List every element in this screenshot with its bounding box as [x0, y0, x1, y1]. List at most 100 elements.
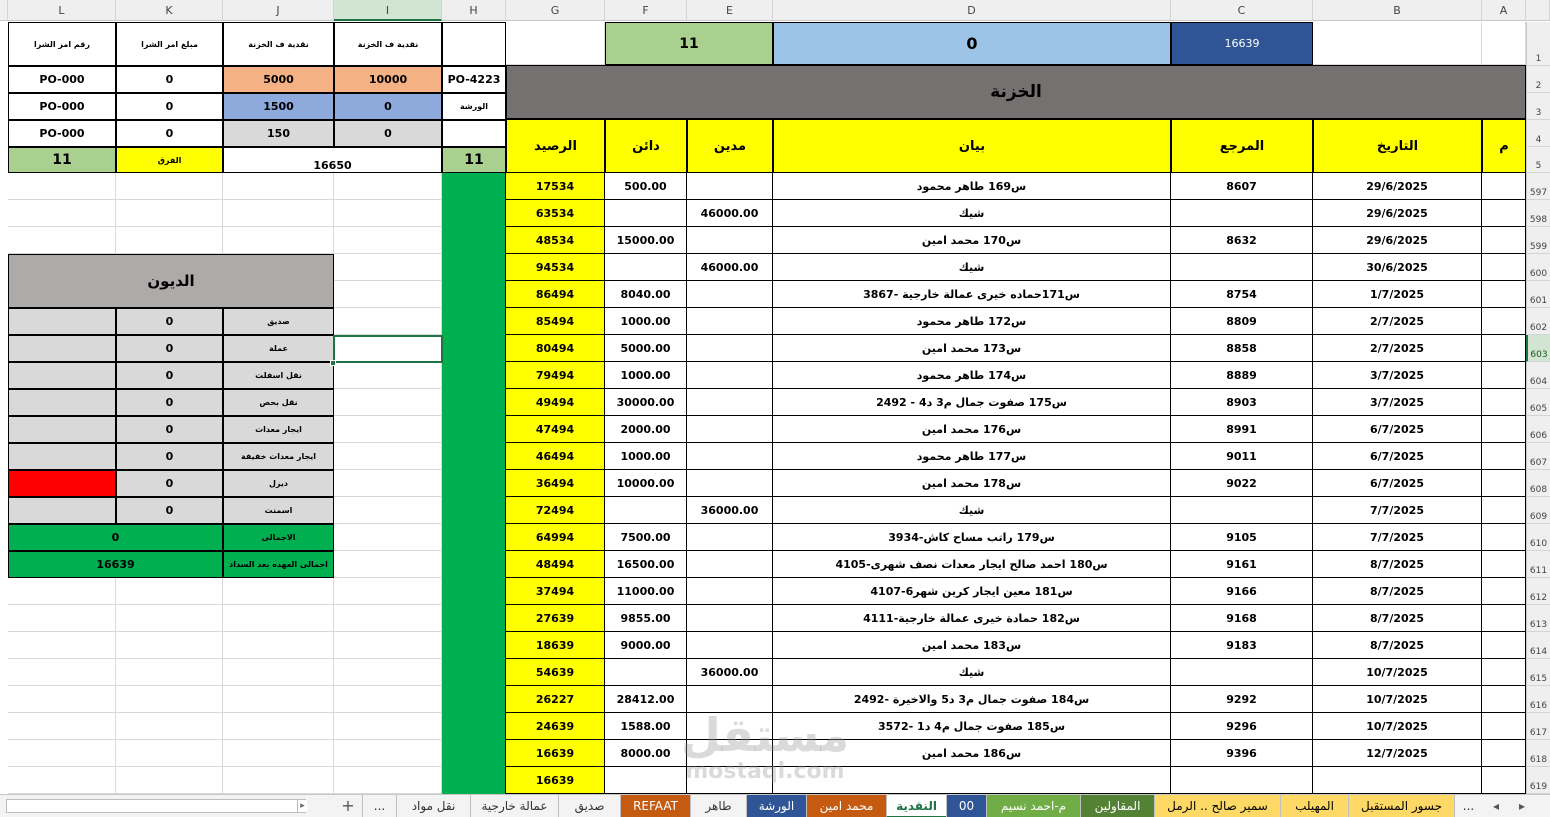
empty-cell[interactable]	[223, 767, 334, 794]
ledger-ref-cell[interactable]: 9292	[1171, 686, 1313, 713]
ledger-m-cell[interactable]	[1482, 497, 1526, 524]
cell-H4[interactable]	[442, 120, 506, 147]
empty-cell[interactable]	[223, 200, 334, 227]
ledger-desc-cell[interactable]: س185 صفوت جمال م4 د1 -3572	[773, 713, 1171, 740]
ledger-desc-cell[interactable]: س179 راتب مساح كاش-3934	[773, 524, 1171, 551]
ledger-balance-cell[interactable]: 85494	[506, 308, 605, 335]
sheet-tab[interactable]: المهيلب	[1280, 795, 1348, 817]
ledger-m-cell[interactable]	[1482, 767, 1526, 794]
empty-cell[interactable]	[116, 605, 223, 632]
next-sheet-icon[interactable]: ▸	[1512, 795, 1532, 817]
ledger-balance-cell[interactable]: 16639	[506, 740, 605, 767]
row-header[interactable]: 614	[1526, 632, 1550, 659]
cell-G1[interactable]	[506, 22, 605, 65]
ledger-credit-cell[interactable]: 28412.00	[605, 686, 687, 713]
ledger-desc-cell[interactable]: س171حماده خيرى عمالة خارجية -3867	[773, 281, 1171, 308]
ledger-m-cell[interactable]	[1482, 551, 1526, 578]
ledger-debit-cell[interactable]: 46000.00	[687, 254, 773, 281]
debts-grand-value[interactable]: 16639	[8, 551, 223, 578]
ledger-ref-cell[interactable]: 9105	[1171, 524, 1313, 551]
ledger-m-cell[interactable]	[1482, 605, 1526, 632]
empty-cell[interactable]	[223, 578, 334, 605]
col-header-L[interactable]: L	[8, 0, 116, 21]
empty-cell[interactable]	[334, 227, 442, 254]
debts-grand-label[interactable]: اجمالى العهده بعد السداد	[223, 551, 334, 578]
ledger-balance-cell[interactable]: 79494	[506, 362, 605, 389]
empty-cell[interactable]	[116, 173, 223, 200]
ledger-debit-cell[interactable]	[687, 470, 773, 497]
ledger-desc-cell[interactable]: س175 صفوت جمال م3 د4 - 2492	[773, 389, 1171, 416]
row-header[interactable]: 616	[1526, 686, 1550, 713]
debt-empty-cell[interactable]	[8, 443, 116, 470]
ledger-desc-cell[interactable]: شيك	[773, 659, 1171, 686]
row-header[interactable]: 611	[1526, 551, 1550, 578]
ledger-desc-cell[interactable]: س186 محمد امين	[773, 740, 1171, 767]
cell-B1[interactable]	[1313, 22, 1482, 65]
row-header[interactable]: 599	[1526, 227, 1550, 254]
ledger-debit-cell[interactable]	[687, 551, 773, 578]
col-header-I[interactable]: I	[334, 0, 442, 21]
empty-cell[interactable]	[334, 713, 442, 740]
row-header[interactable]: 598	[1526, 200, 1550, 227]
empty-cell[interactable]	[334, 605, 442, 632]
ledger-m-cell[interactable]	[1482, 470, 1526, 497]
ledger-date-cell[interactable]: 10/7/2025	[1313, 659, 1482, 686]
sheet-tab[interactable]: ...	[362, 795, 396, 817]
empty-cell[interactable]	[116, 713, 223, 740]
row-header[interactable]: 617	[1526, 713, 1550, 740]
ledger-credit-cell[interactable]: 1000.00	[605, 443, 687, 470]
ledger-date-cell[interactable]: 8/7/2025	[1313, 632, 1482, 659]
empty-cell[interactable]	[8, 740, 116, 767]
ledger-m-cell[interactable]	[1482, 362, 1526, 389]
empty-cell[interactable]	[334, 173, 442, 200]
row-header[interactable]: 610	[1526, 524, 1550, 551]
ledger-balance-cell[interactable]: 16639	[506, 767, 605, 794]
ledger-balance-cell[interactable]: 24639	[506, 713, 605, 740]
ledger-date-cell[interactable]	[1313, 767, 1482, 794]
ledger-balance-cell[interactable]: 37494	[506, 578, 605, 605]
row-header[interactable]: 5	[1526, 147, 1550, 173]
sheet-tab[interactable]: صديق	[558, 795, 620, 817]
empty-cell[interactable]	[334, 497, 442, 524]
empty-cell[interactable]	[223, 605, 334, 632]
ledger-m-cell[interactable]	[1482, 416, 1526, 443]
row-header[interactable]: 601	[1526, 281, 1550, 308]
ledger-ref-cell[interactable]: 9296	[1171, 713, 1313, 740]
row-header[interactable]: 1	[1526, 22, 1550, 66]
col-header-F[interactable]: F	[605, 0, 687, 21]
ledger-balance-cell[interactable]: 64994	[506, 524, 605, 551]
ledger-date-cell[interactable]: 8/7/2025	[1313, 551, 1482, 578]
ledger-debit-cell[interactable]	[687, 389, 773, 416]
ledger-ref-cell[interactable]: 8991	[1171, 416, 1313, 443]
ledger-credit-cell[interactable]: 9855.00	[605, 605, 687, 632]
ledger-m-cell[interactable]	[1482, 308, 1526, 335]
sheet-tab[interactable]: 00	[946, 795, 986, 817]
ledger-balance-cell[interactable]: 80494	[506, 335, 605, 362]
col-header-H[interactable]: H	[442, 0, 506, 21]
debt-label[interactable]: نقل اسفلت	[223, 362, 334, 389]
empty-cell[interactable]	[116, 200, 223, 227]
ledger-m-cell[interactable]	[1482, 227, 1526, 254]
col-header-D[interactable]: D	[773, 0, 1171, 21]
ledger-ref-cell[interactable]	[1171, 659, 1313, 686]
cash-i-2[interactable]: 0	[334, 93, 442, 120]
ledger-credit-cell[interactable]: 8000.00	[605, 740, 687, 767]
cash-i-1[interactable]: 10000	[334, 66, 442, 93]
row-header[interactable]: 609	[1526, 497, 1550, 524]
h-workshop[interactable]: الورشة	[442, 93, 506, 120]
empty-cell[interactable]	[334, 632, 442, 659]
debt-label[interactable]: اسمنت	[223, 497, 334, 524]
ledger-ref-cell[interactable]: 8809	[1171, 308, 1313, 335]
ledger-m-cell[interactable]	[1482, 173, 1526, 200]
row-header[interactable]: 600	[1526, 254, 1550, 281]
ledger-header-desc[interactable]: بيان	[773, 119, 1171, 173]
ledger-desc-cell[interactable]: س180 احمد صالح ايجار معدات نصف شهرى-4105	[773, 551, 1171, 578]
left-header-k[interactable]: مبلغ امر الشرا	[116, 22, 223, 66]
debt-empty-cell[interactable]	[8, 308, 116, 335]
ledger-debit-cell[interactable]	[687, 767, 773, 794]
empty-cell[interactable]	[8, 659, 116, 686]
debt-value[interactable]: 0	[116, 308, 223, 335]
row-header[interactable]: 603	[1526, 335, 1550, 362]
empty-cell[interactable]	[8, 632, 116, 659]
left-header-i[interactable]: نقدية ف الخزنة	[334, 22, 442, 66]
